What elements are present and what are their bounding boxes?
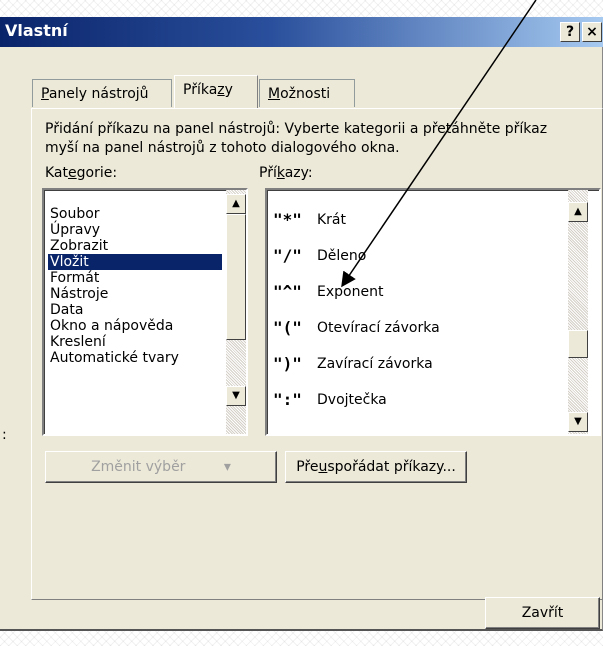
annotation-arrow [341,0,537,288]
tab-commands[interactable]: Příkazy [174,75,258,108]
